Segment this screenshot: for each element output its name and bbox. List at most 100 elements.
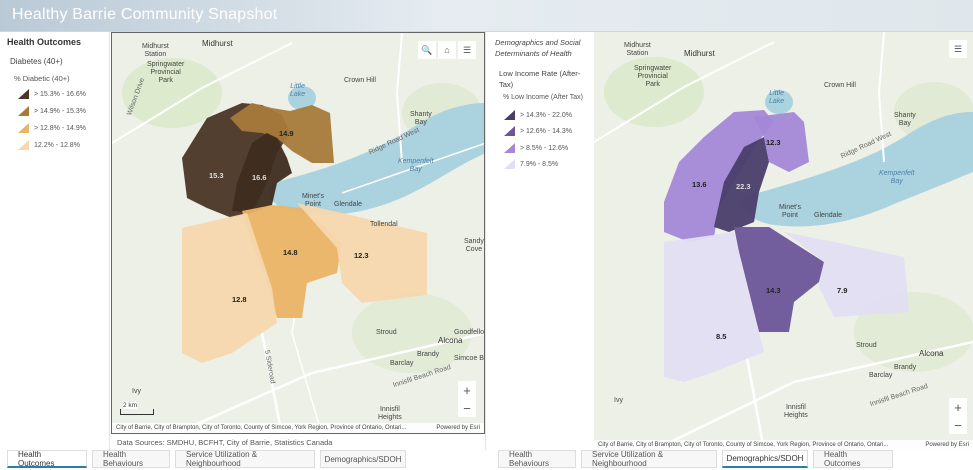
- tab-demographics-sdoh[interactable]: Demographics/SDOH: [722, 450, 808, 468]
- legend-variable-name: % Low Income (After Tax): [503, 94, 584, 101]
- tab-service-utilization[interactable]: Service Utilization & Neighbourhood: [175, 450, 315, 468]
- tab-demographics-sdoh[interactable]: Demographics/SDOH: [320, 450, 406, 468]
- zoom-in-icon[interactable]: +: [458, 381, 476, 399]
- legend-layer-name: Diabetes (40+): [10, 57, 63, 66]
- place-label: Ivy: [614, 397, 623, 404]
- place-label: Shanty Bay: [894, 112, 916, 127]
- place-label: Kempenfelt Bay: [398, 158, 434, 173]
- left-tab-bar: Health Outcomes Health Behaviours Servic…: [7, 450, 406, 470]
- map-attribution: City of Barrie, City of Brampton, City o…: [594, 440, 973, 450]
- place-label: Little Lake: [290, 83, 306, 98]
- place-label: Springwater Provincial Park: [147, 61, 185, 84]
- region-value: 13.6: [692, 180, 707, 189]
- legend-variable-name: % Diabetic (40+): [14, 74, 70, 83]
- search-icon[interactable]: 🔍: [418, 41, 436, 59]
- region-value: 22.3: [736, 182, 751, 191]
- region-value: 14.3: [766, 286, 781, 295]
- zoom-out-icon[interactable]: −: [949, 416, 967, 434]
- legend-class-label: > 15.3% - 16.6%: [34, 90, 86, 98]
- legend-swatch: [18, 89, 29, 99]
- low-income-map[interactable]: Midhurst Station Midhurst Springwater Pr…: [594, 32, 973, 450]
- place-label: Simcoe Beach: [454, 355, 484, 362]
- place-label: Minet's Point: [779, 204, 801, 219]
- place-label: Crown Hill: [824, 82, 856, 89]
- place-label: Shanty Bay: [410, 111, 432, 126]
- place-label: Stroud: [856, 342, 877, 349]
- legend-swatch: [504, 126, 515, 136]
- region-value: 15.3: [209, 171, 224, 180]
- region-value: 7.9: [837, 286, 848, 295]
- legend-class-2: > 12.6% - 14.3%: [504, 126, 572, 136]
- place-label: Midhurst: [202, 39, 233, 48]
- legend-class-1: > 15.3% - 16.6%: [18, 89, 86, 99]
- legend-heading: Health Outcomes: [7, 37, 82, 47]
- place-label: Minet's Point: [302, 193, 324, 208]
- region-value: 8.5: [716, 332, 727, 341]
- place-label: Glendale: [814, 212, 843, 219]
- layers-icon[interactable]: ☰: [458, 41, 476, 59]
- attribution-text: City of Barrie, City of Brampton, City o…: [116, 425, 407, 431]
- place-label: Glendale: [334, 201, 363, 208]
- powered-by-esri[interactable]: Powered by Esri: [436, 425, 480, 431]
- legend-class-3: > 12.8% - 14.9%: [18, 123, 86, 133]
- legend-class-label: > 12.6% - 14.3%: [520, 127, 572, 135]
- zoom-control: + −: [458, 381, 476, 417]
- home-icon[interactable]: ⌂: [438, 41, 456, 59]
- data-sources: Data Sources: SMDHU, BCFHT, City of Barr…: [111, 434, 485, 450]
- zoom-in-icon[interactable]: +: [949, 398, 967, 416]
- map-toolbar: 🔍 ⌂ ☰: [418, 41, 476, 59]
- place-label: Kempenfelt Bay: [879, 170, 915, 185]
- place-label: Ivy: [132, 388, 141, 395]
- place-label: Brandy: [417, 351, 440, 358]
- place-label: Tollendal: [370, 221, 398, 228]
- tab-health-behaviours[interactable]: Health Behaviours: [92, 450, 170, 468]
- place-label: Little Lake: [769, 90, 785, 105]
- region-value: 12.3: [766, 138, 781, 147]
- place-label: Springwater Provincial Park: [634, 65, 672, 88]
- place-label: Midhurst Station: [624, 42, 651, 57]
- place-label: Barclay: [869, 372, 893, 379]
- region-value: 16.6: [252, 173, 267, 182]
- map-toolbar: ☰: [949, 40, 967, 58]
- legend-class-label: > 14.3% - 22.0%: [520, 111, 572, 119]
- tab-health-outcomes[interactable]: Health Outcomes: [813, 450, 893, 468]
- region-value: 12.3: [354, 251, 369, 260]
- legend-class-label: > 12.8% - 14.9%: [34, 124, 86, 132]
- attribution-text: City of Barrie, City of Brampton, City o…: [598, 442, 889, 448]
- scale-bar: 2 km: [120, 402, 154, 415]
- layers-icon[interactable]: ☰: [949, 40, 967, 58]
- tab-health-behaviours[interactable]: Health Behaviours: [498, 450, 576, 468]
- place-label: Alcona: [438, 336, 463, 345]
- place-label: Innisfil Heights: [784, 404, 808, 419]
- place-label: Innisfil Heights: [378, 406, 402, 421]
- legend-class-label: > 14.9% - 15.3%: [34, 107, 86, 115]
- zoom-out-icon[interactable]: −: [458, 399, 476, 417]
- region-value: 12.8: [232, 295, 247, 304]
- legend-class-4: 7.9% - 8.5%: [504, 159, 558, 169]
- place-label: Crown Hill: [344, 77, 376, 84]
- tab-service-utilization[interactable]: Service Utilization & Neighbourhood: [581, 450, 717, 468]
- legend-class-1: > 14.3% - 22.0%: [504, 110, 572, 120]
- legend-layer-name: Low Income Rate (After-Tax): [499, 69, 581, 89]
- legend-class-label: 12.2% - 12.8%: [34, 141, 80, 149]
- middle-legend-panel: Demographics and Social Determinants of …: [485, 32, 594, 450]
- legend-class-label: 7.9% - 8.5%: [520, 160, 559, 168]
- app-title: Healthy Barrie Community Snapshot: [12, 6, 278, 23]
- powered-by-esri[interactable]: Powered by Esri: [925, 442, 969, 448]
- region-value: 14.9: [279, 129, 294, 138]
- place-label: Sandy Cove: [464, 238, 484, 253]
- place-label: Brandy: [894, 364, 917, 371]
- legend-class-label: > 8.5% - 12.6%: [520, 144, 569, 152]
- tab-health-outcomes[interactable]: Health Outcomes: [7, 450, 87, 468]
- legend-class-4: 12.2% - 12.8%: [18, 140, 80, 150]
- legend-class-3: > 8.5% - 12.6%: [504, 143, 568, 153]
- diabetes-map[interactable]: Midhurst Station Midhurst Springwater Pr…: [111, 32, 485, 434]
- place-label: Alcona: [919, 349, 944, 358]
- legend-swatch: [504, 110, 515, 120]
- legend-swatch: [504, 143, 515, 153]
- left-legend-panel: Health Outcomes Diabetes (40+) % Diabeti…: [0, 32, 110, 450]
- legend-swatch: [18, 106, 29, 116]
- place-label: Midhurst Station: [142, 43, 169, 58]
- legend-heading: Demographics and Social Determinants of …: [495, 38, 581, 58]
- right-tab-bar: Health Behaviours Service Utilization & …: [498, 450, 893, 470]
